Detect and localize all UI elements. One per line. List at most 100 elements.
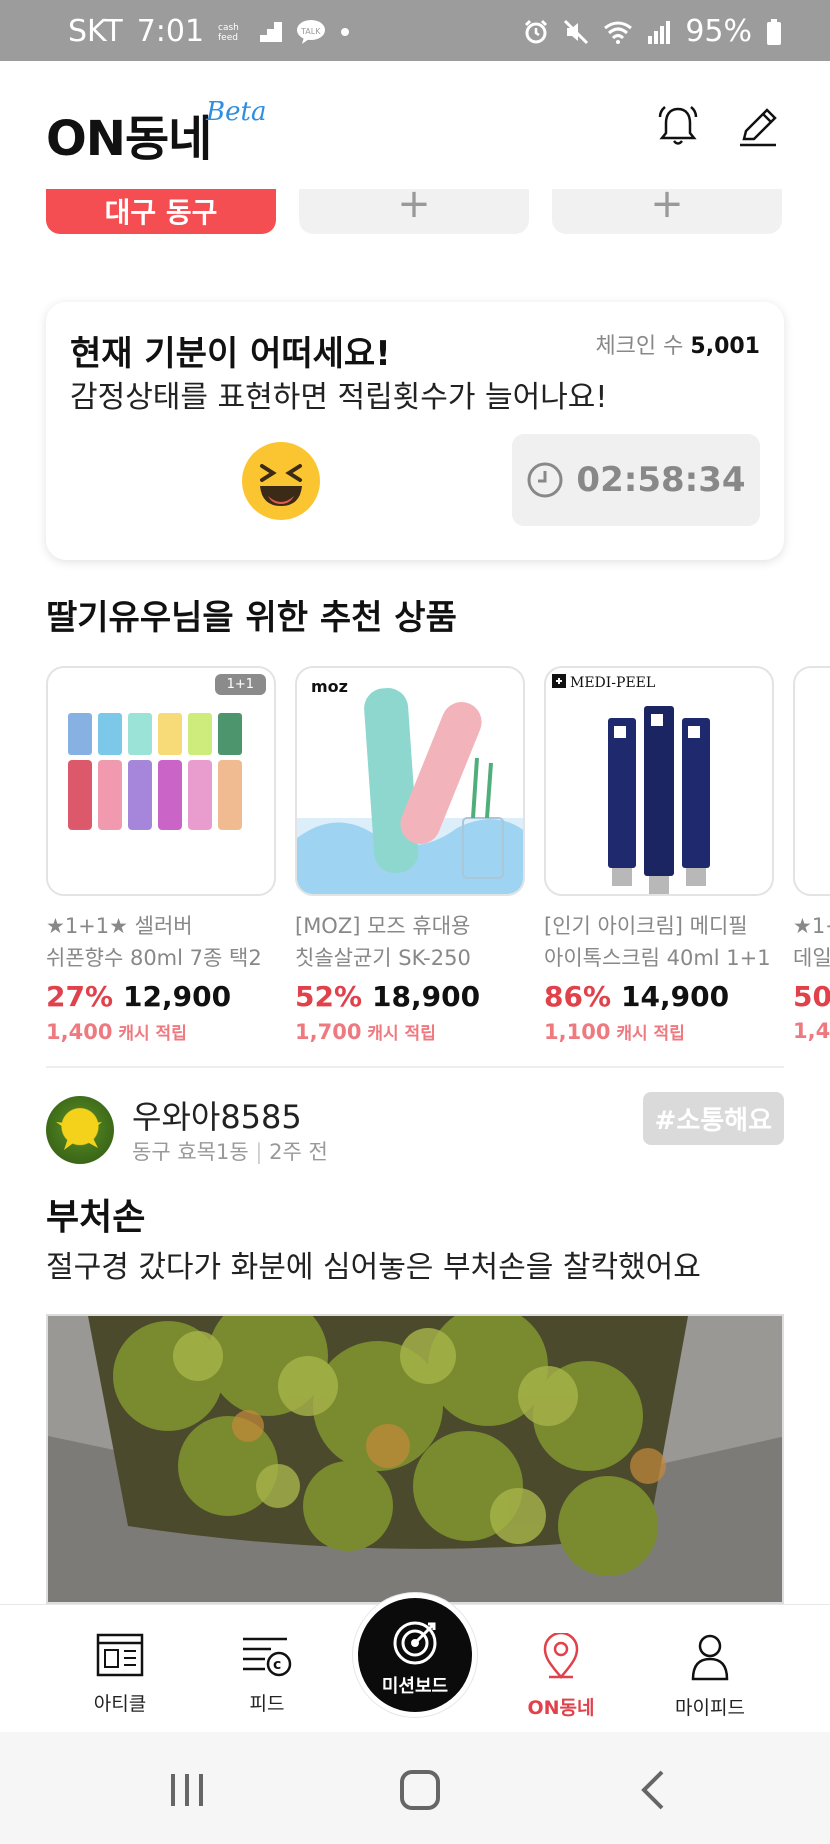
cash-amount: 1,100 bbox=[544, 1020, 611, 1044]
clock-icon bbox=[527, 462, 563, 498]
product-name-line1: [인기 아이크림] 메디필 bbox=[544, 914, 748, 938]
product-image: MEDI-PEEL bbox=[544, 666, 774, 896]
nav-label: 미션보드 bbox=[381, 1676, 449, 1697]
svg-text:feed: feed bbox=[218, 33, 238, 43]
checkin-value: 5,001 bbox=[690, 334, 760, 359]
talk-icon: TALK bbox=[296, 19, 326, 45]
status-right: 95% bbox=[523, 14, 782, 49]
app-header: ON동네 Beta bbox=[0, 61, 830, 189]
cash-reward: 1,400 캐시 적립 bbox=[46, 1019, 276, 1044]
system-navigation-bar bbox=[0, 1732, 830, 1844]
post-body: 절구경 갔다가 화분에 심어놓은 부처손을 찰칵했어요 bbox=[46, 1250, 701, 1285]
nav-feed[interactable]: c 피드 bbox=[207, 1633, 327, 1716]
product-name-line2: 칫솔살균기 SK-250 bbox=[295, 946, 471, 970]
person-icon bbox=[691, 1634, 729, 1681]
back-button[interactable] bbox=[630, 1766, 678, 1814]
product-card[interactable]: MEDI-PEEL [인기 아이크림] 메디필 아이톡스크림 40ml 1+1 … bbox=[544, 666, 774, 1044]
eye-cream-tubes-image: MEDI-PEEL bbox=[552, 674, 710, 894]
nav-label: 피드 bbox=[249, 1693, 285, 1715]
nav-on-dongne[interactable]: ON동네 bbox=[501, 1631, 621, 1720]
home-button[interactable] bbox=[396, 1766, 444, 1814]
product-card[interactable]: moz [MOZ] 모즈 휴대용 칫솔살균기 SK-250 52% 18,900 … bbox=[295, 666, 525, 1044]
beta-label: Beta bbox=[206, 97, 267, 127]
timer-value: 02:58:34 bbox=[576, 460, 746, 500]
discount-rate: 86% bbox=[544, 980, 612, 1013]
wifi-icon bbox=[603, 20, 633, 44]
nav-label: 아티클 bbox=[93, 1693, 147, 1715]
product-name-line1: [MOZ] 모즈 휴대용 bbox=[295, 914, 471, 938]
mood-title: 현재 기분이 어떠세요! bbox=[70, 334, 391, 374]
cash-reward: 1,4 bbox=[793, 1019, 830, 1043]
category-tag[interactable]: #소통해요 bbox=[642, 1092, 784, 1145]
cash-amount: 1,4 bbox=[793, 1019, 830, 1043]
add-region-button[interactable]: + bbox=[299, 189, 529, 234]
add-region-button[interactable]: + bbox=[552, 189, 782, 234]
product-price: 27% 12,900 bbox=[46, 980, 276, 1013]
post-photo[interactable] bbox=[46, 1314, 784, 1604]
product-price: 52% 18,900 bbox=[295, 980, 525, 1013]
product-card[interactable]: 1+1 ★1+1★ 셀러버 쉬폰향수 80ml 7종 택2 27% 12,900… bbox=[46, 666, 276, 1044]
notification-button[interactable] bbox=[654, 103, 702, 151]
product-carousel[interactable]: 1+1 ★1+1★ 셀러버 쉬폰향수 80ml 7종 택2 27% 12,900… bbox=[46, 666, 830, 1046]
region-card-active[interactable]: 대구 동구 bbox=[46, 189, 276, 234]
recent-apps-button[interactable] bbox=[163, 1766, 211, 1814]
feed-icon: c bbox=[243, 1637, 292, 1677]
home-icon bbox=[400, 1770, 440, 1810]
post-author[interactable]: 우와아8585 bbox=[132, 1092, 302, 1138]
price-value: 14,900 bbox=[621, 980, 730, 1013]
svg-text:TALK: TALK bbox=[300, 27, 321, 36]
region-cards: 대구 동구 + + bbox=[0, 189, 830, 245]
avatar[interactable] bbox=[46, 1096, 114, 1164]
price-value: 12,900 bbox=[123, 980, 232, 1013]
app-logo: ON동네 bbox=[46, 111, 212, 167]
checkin-timer-button[interactable]: 02:58:34 bbox=[512, 434, 760, 526]
laughing-emoji-icon[interactable] bbox=[242, 442, 320, 520]
product-name-line1: ★1+ bbox=[793, 914, 830, 938]
perfume-bottles-image bbox=[48, 713, 274, 894]
mute-icon bbox=[563, 19, 589, 45]
recommendations-title: 딸기유우님을 위한 추천 상품 bbox=[46, 598, 457, 638]
svg-text:cash: cash bbox=[218, 23, 239, 33]
bell-icon bbox=[658, 106, 698, 145]
post-title: 부처손 bbox=[46, 1197, 146, 1238]
checkin-label: 체크인 수 bbox=[595, 334, 684, 359]
nav-label: ON동네 bbox=[527, 1697, 595, 1719]
nav-article[interactable]: 아티클 bbox=[60, 1633, 180, 1716]
plant-photo-image bbox=[48, 1316, 782, 1602]
pencil-icon bbox=[740, 108, 777, 147]
back-icon bbox=[641, 1770, 664, 1810]
product-image: moz bbox=[295, 666, 525, 896]
status-left: SKT 7:01 cash feed TALK bbox=[68, 14, 350, 49]
battery-percent: 95% bbox=[685, 14, 752, 49]
svg-text:c: c bbox=[273, 1657, 281, 1673]
product-card[interactable]: ★1+ 데일 50% 1,4 bbox=[793, 666, 830, 1043]
product-price: 50% bbox=[793, 980, 830, 1013]
location-pin-icon bbox=[543, 1631, 579, 1679]
flower-avatar-image bbox=[56, 1110, 102, 1150]
mission-board-button[interactable]: 미션보드 bbox=[353, 1593, 477, 1717]
brand-moz: moz bbox=[311, 677, 348, 696]
mood-checkin-card: 현재 기분이 어떠세요! 체크인 수 5,001 감정상태를 표현하면 적립횟수… bbox=[46, 302, 784, 560]
recent-apps-icon bbox=[171, 1774, 203, 1806]
product-name-line2: 데일 bbox=[793, 946, 830, 970]
cash-label: 캐시 적립 bbox=[616, 1024, 685, 1044]
alarm-icon bbox=[523, 19, 549, 45]
product-price: 86% 14,900 bbox=[544, 980, 774, 1013]
cashfeed-icon: cash feed bbox=[218, 21, 246, 43]
post-location: 동구 효목1동 bbox=[132, 1140, 249, 1164]
bundle-badge: 1+1 bbox=[214, 674, 266, 695]
clock: 7:01 bbox=[136, 14, 205, 49]
product-name-line2: 아이톡스크림 40ml 1+1 bbox=[544, 946, 771, 970]
article-icon bbox=[96, 1633, 144, 1677]
write-button[interactable] bbox=[734, 103, 782, 151]
product-image: 1+1 bbox=[46, 666, 276, 896]
section-divider bbox=[46, 1066, 784, 1068]
toothbrush-sterilizer-image: moz bbox=[297, 677, 523, 894]
target-icon bbox=[393, 1621, 437, 1665]
cash-amount: 1,700 bbox=[295, 1020, 362, 1044]
cash-reward: 1,700 캐시 적립 bbox=[295, 1019, 525, 1044]
cash-label: 캐시 적립 bbox=[118, 1024, 187, 1044]
cash-reward: 1,100 캐시 적립 bbox=[544, 1019, 774, 1044]
brand-medipeel: MEDI-PEEL bbox=[570, 675, 655, 691]
nav-my-feed[interactable]: 마이피드 bbox=[650, 1633, 770, 1720]
